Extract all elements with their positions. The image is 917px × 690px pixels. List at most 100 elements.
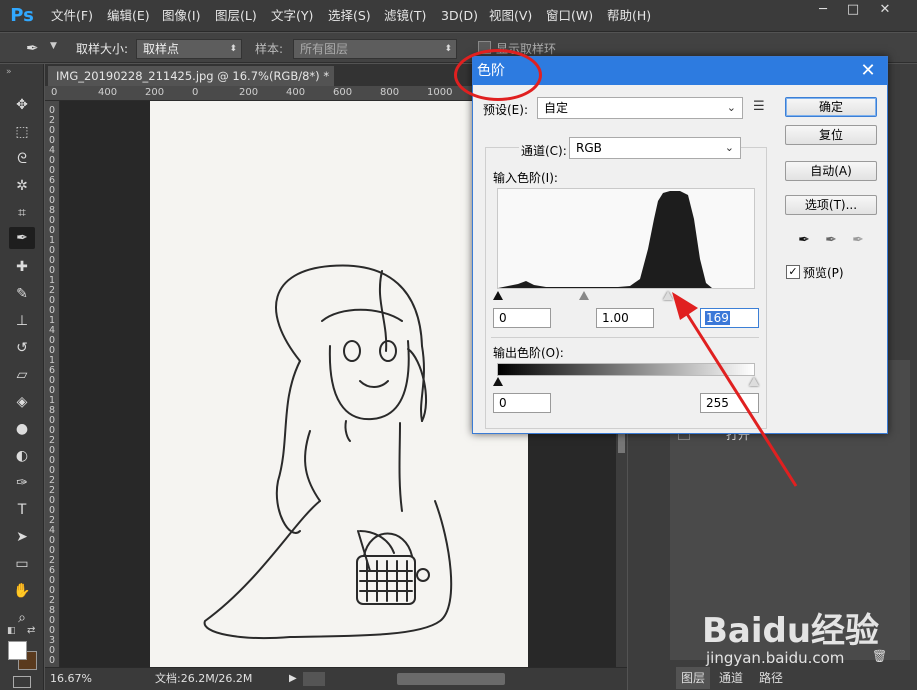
menu-file[interactable]: 文件(F) (51, 0, 93, 32)
sample-size-value: 取样点 (143, 42, 180, 56)
gray-point-eyedropper-icon[interactable]: ✒ (822, 231, 840, 249)
healing-brush-tool-icon[interactable]: ✚ (9, 256, 35, 278)
input-gamma-slider[interactable] (579, 291, 589, 300)
input-black-field[interactable]: 0 (493, 308, 551, 328)
menu-layer[interactable]: 图层(L) (215, 0, 257, 32)
eyedropper-tool-icon[interactable]: ✒ (26, 39, 39, 57)
tab-paths[interactable]: 路径 (754, 667, 788, 689)
foreground-color-swatch[interactable] (8, 641, 27, 660)
ruler-tick-label: 200 (239, 87, 259, 98)
minimize-button[interactable]: ─ (808, 0, 838, 22)
blur-tool-icon[interactable]: ● (9, 418, 35, 440)
hand-tool-icon[interactable]: ✋ (9, 580, 35, 602)
menu-3d[interactable]: 3D(D) (441, 0, 478, 32)
collapse-toolbox-icon[interactable]: » (6, 67, 12, 77)
input-gamma-field[interactable]: 1.00 (596, 308, 654, 328)
history-brush-tool-icon[interactable]: ↺ (9, 337, 35, 359)
ruler-tick-label: 0 (49, 655, 56, 666)
scroll-thumb[interactable] (618, 431, 625, 453)
crop-tool-icon[interactable]: ⌗ (9, 202, 35, 224)
baidu-watermark: Baidu经验 jingyan.baidu.com (700, 585, 915, 669)
preview-checkbox[interactable]: ✓ (786, 265, 800, 279)
vertical-ruler: 0200400600800100012001400160018002000220… (45, 101, 60, 667)
watermark-url: jingyan.baidu.com (706, 649, 845, 667)
select-arrows-icon: ⬍ (229, 44, 237, 54)
sample-size-select[interactable]: 取样点 ⬍ (136, 39, 242, 59)
ruler-tick-label: 1000 (427, 87, 453, 98)
marquee-tool-icon[interactable]: ⬚ (9, 121, 35, 143)
brush-tool-icon[interactable]: ✎ (9, 283, 35, 305)
tab-layers[interactable]: 图层 (676, 667, 710, 689)
dodge-tool-icon[interactable]: ◐ (9, 445, 35, 467)
ok-button[interactable]: 确定 (785, 97, 877, 117)
clone-stamp-tool-icon[interactable]: ⊥ (9, 310, 35, 332)
document-tab[interactable]: IMG_20190228_211425.jpg @ 16.7%(RGB/8*) … (48, 66, 334, 103)
annotation-arrow (672, 292, 798, 487)
ruler-tick-label: 400 (98, 87, 118, 98)
tab-channels[interactable]: 通道 (714, 667, 748, 689)
move-tool-icon[interactable]: ✥ (9, 94, 35, 116)
chevron-down-icon: ⌄ (726, 101, 736, 114)
close-window-button[interactable]: ✕ (870, 0, 900, 22)
menu-view[interactable]: 视图(V) (489, 0, 532, 32)
status-bar: 16.67% 文档:26.2M/26.2M ▶ (45, 667, 627, 690)
auto-button[interactable]: 自动(A) (785, 161, 877, 181)
photoshop-logo: Ps (10, 5, 34, 26)
type-tool-icon[interactable]: T (9, 499, 35, 521)
preset-value: 自定 (544, 101, 569, 115)
dialog-close-button[interactable]: ✕ (855, 57, 881, 85)
swap-colors-icon[interactable]: ⇄ (27, 625, 35, 636)
sample-select[interactable]: 所有图层 ⬍ (293, 39, 457, 59)
menu-help[interactable]: 帮助(H) (607, 0, 651, 32)
default-colors-icon[interactable]: ◧ (7, 626, 16, 636)
input-black-slider[interactable] (493, 291, 503, 300)
menu-type[interactable]: 文字(Y) (271, 0, 313, 32)
horizontal-scrollbar[interactable] (397, 673, 505, 685)
ruler-tick-label: 200 (145, 87, 165, 98)
preview-label: 预览(P) (803, 266, 844, 280)
maximize-button[interactable]: □ (838, 0, 868, 22)
lasso-tool-icon[interactable]: ᘓ (9, 148, 35, 170)
scroll-left-icon[interactable] (303, 672, 325, 686)
menu-filter[interactable]: 滤镜(T) (384, 0, 426, 32)
menu-image[interactable]: 图像(I) (162, 0, 200, 32)
output-black-field[interactable]: 0 (493, 393, 551, 413)
black-point-eyedropper-icon[interactable]: ✒ (795, 231, 813, 249)
channel-select[interactable]: RGB ⌄ (569, 137, 741, 159)
document-tab-title: IMG_20190228_211425.jpg @ 16.7%(RGB/8*) … (56, 69, 330, 83)
input-levels-label: 输入色阶(I): (493, 171, 558, 185)
ruler-tick-label: 600 (333, 87, 353, 98)
document-info: 文档:26.2M/26.2M (155, 672, 253, 685)
sample-label: 样本: (255, 42, 284, 56)
paint-bucket-tool-icon[interactable]: ◈ (9, 391, 35, 413)
watermark-brand: Baidu经验 (702, 611, 880, 651)
zoom-level[interactable]: 16.67% (50, 668, 92, 690)
menu-edit[interactable]: 编辑(E) (107, 0, 150, 32)
eyedropper-tool-icon[interactable]: ✒ (9, 227, 35, 249)
chevron-down-icon: ⌄ (724, 141, 734, 154)
preset-options-icon[interactable]: ☰ (753, 99, 765, 114)
tool-preset-chevron-icon[interactable]: ▼ (50, 41, 57, 51)
pen-tool-icon[interactable]: ✑ (9, 472, 35, 494)
output-black-slider[interactable] (493, 377, 503, 386)
annotation-circle (454, 49, 542, 101)
quick-mask-icon[interactable] (13, 676, 31, 688)
menu-window[interactable]: 窗口(W) (546, 0, 593, 32)
preset-select[interactable]: 自定 ⌄ (537, 97, 743, 119)
white-point-eyedropper-icon[interactable]: ✒ (849, 231, 867, 249)
magic-wand-tool-icon[interactable]: ✲ (9, 175, 35, 197)
status-menu-arrow-icon[interactable]: ▶ (289, 668, 297, 690)
path-selection-tool-icon[interactable]: ➤ (9, 526, 35, 548)
preset-label: 预设(E): (483, 103, 528, 117)
ruler-tick-label: 800 (380, 87, 400, 98)
sample-value: 所有图层 (300, 42, 349, 56)
eraser-tool-icon[interactable]: ▱ (9, 364, 35, 386)
ruler-tick-label: 0 (51, 87, 58, 98)
channel-value: RGB (576, 141, 602, 155)
options-button[interactable]: 选项(T)... (785, 195, 877, 215)
ruler-tick-label: 400 (286, 87, 306, 98)
menu-select[interactable]: 选择(S) (328, 0, 371, 32)
reset-button[interactable]: 复位 (785, 125, 877, 145)
toolbox: » ✥ ⬚ ᘓ ✲ ⌗ ✒ ✚ ✎ ⊥ ↺ ▱ ◈ ● ◐ ✑ T ➤ ▭ ✋ … (0, 64, 44, 690)
shape-tool-icon[interactable]: ▭ (9, 553, 35, 575)
